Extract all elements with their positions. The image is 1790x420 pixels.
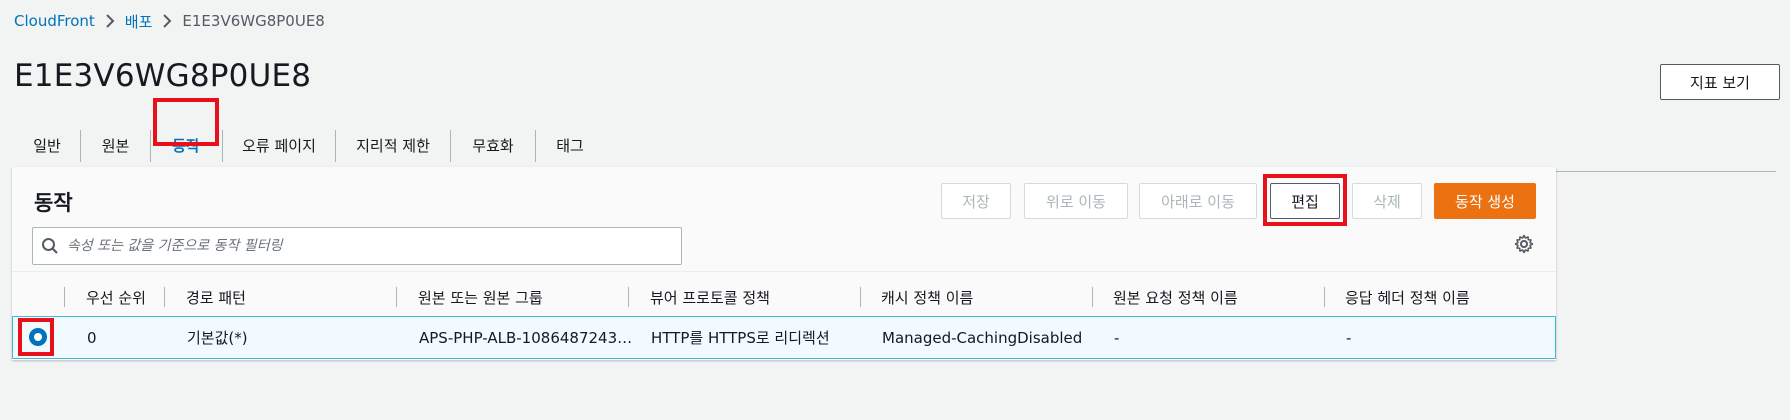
breadcrumb-current: E1E3V6WG8P0UE8: [182, 12, 325, 30]
save-button[interactable]: 저장: [941, 183, 1011, 219]
breadcrumb-cloudfront[interactable]: CloudFront: [14, 12, 95, 30]
tab-error-pages[interactable]: 오류 페이지: [223, 118, 335, 172]
delete-button[interactable]: 삭제: [1352, 183, 1422, 219]
view-metrics-button[interactable]: 지표 보기: [1660, 64, 1780, 100]
chevron-right-icon: [105, 13, 115, 29]
column-header-cache-policy[interactable]: 캐시 정책 이름: [881, 272, 973, 322]
breadcrumb: CloudFront 배포 E1E3V6WG8P0UE8: [14, 8, 325, 34]
cell-origin-request-policy: -: [1114, 328, 1120, 347]
tab-divider: [150, 130, 151, 162]
tab-tags[interactable]: 태그: [536, 118, 604, 172]
gear-icon[interactable]: [1514, 234, 1534, 258]
column-header-origin-request-policy[interactable]: 원본 요청 정책 이름: [1113, 272, 1238, 322]
tab-general[interactable]: 일반: [14, 118, 80, 172]
radio-selected-icon[interactable]: [29, 328, 47, 346]
cell-viewer-protocol: HTTP를 HTTPS로 리디렉션: [651, 329, 830, 347]
column-header-priority[interactable]: 우선 순위: [86, 272, 146, 322]
edit-button[interactable]: 편집: [1270, 183, 1340, 219]
column-divider: [396, 287, 397, 307]
tab-invalidations[interactable]: 무효화: [451, 118, 535, 172]
move-up-button[interactable]: 위로 이동: [1024, 183, 1128, 219]
tab-behaviors[interactable]: 동작: [152, 118, 220, 173]
panel-title: 동작: [34, 191, 73, 215]
filter-input[interactable]: [67, 238, 667, 254]
column-header-path-pattern[interactable]: 경로 패턴: [186, 272, 246, 322]
column-header-response-headers-policy[interactable]: 응답 헤더 정책 이름: [1345, 272, 1470, 322]
tab-origins[interactable]: 원본: [81, 118, 150, 172]
tab-geo-restriction[interactable]: 지리적 제한: [336, 118, 450, 172]
column-divider: [628, 287, 629, 307]
cell-response-headers-policy: -: [1346, 328, 1352, 347]
column-divider: [164, 287, 165, 307]
column-divider: [1324, 287, 1325, 307]
move-down-button[interactable]: 아래로 이동: [1139, 183, 1257, 219]
column-divider: [64, 287, 65, 307]
table-header: 우선 순위 경로 패턴 원본 또는 원본 그룹 뷰어 프로토콜 정책 캐시 정책…: [12, 271, 1556, 321]
cell-path-pattern: 기본값(*): [187, 329, 248, 347]
search-icon: [33, 237, 67, 255]
cell-origin: APS-PHP-ALB-1086487243…: [419, 328, 633, 347]
cell-cache-policy: Managed-CachingDisabled: [882, 328, 1083, 347]
chevron-right-icon: [162, 13, 172, 29]
cell-priority: 0: [87, 328, 97, 347]
tab-bar: 일반 원본 동작 오류 페이지 지리적 제한 무효화 태그: [14, 118, 1776, 173]
column-header-origin[interactable]: 원본 또는 원본 그룹: [418, 272, 543, 322]
table-row[interactable]: 0 기본값(*) APS-PHP-ALB-1086487243… HTTP를 H…: [12, 316, 1556, 359]
create-behavior-button[interactable]: 동작 생성: [1434, 183, 1536, 219]
breadcrumb-distributions[interactable]: 배포: [125, 11, 153, 32]
filter-search-box[interactable]: [32, 227, 682, 265]
column-divider: [1092, 287, 1093, 307]
column-header-viewer-protocol[interactable]: 뷰어 프로토콜 정책: [650, 272, 770, 322]
column-divider: [860, 287, 861, 307]
page-title: E1E3V6WG8P0UE8: [14, 58, 312, 94]
